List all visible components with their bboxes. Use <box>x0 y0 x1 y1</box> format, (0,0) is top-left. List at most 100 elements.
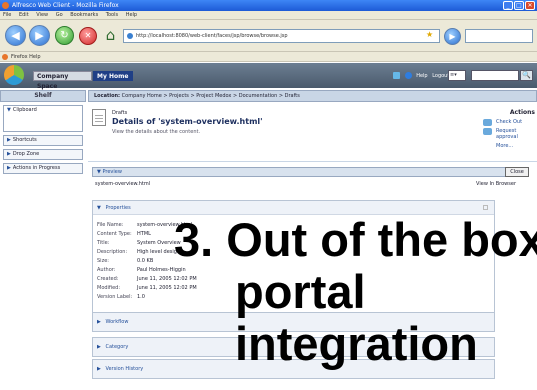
close-window-button[interactable]: ✕ <box>525 1 535 10</box>
my-home-button[interactable]: My Home <box>93 71 133 81</box>
window-titlebar: Alfresco Web Client - Mozilla Firefox _ … <box>0 0 537 11</box>
help-link[interactable]: Help <box>416 73 427 79</box>
shelf-item-actions-in-progress[interactable]: ▶ Actions in Progress <box>3 163 83 174</box>
overlay-line-2: portal <box>235 265 366 318</box>
breadcrumb-path[interactable]: Company Home > Projects > Project Medox … <box>122 93 300 99</box>
menu-file[interactable]: File <box>3 12 11 18</box>
preview-filename[interactable]: system-overview.html <box>95 181 150 187</box>
url-input[interactable]: http://localhost:8080/web-client/faces/j… <box>123 29 440 43</box>
preview-label: Preview <box>102 169 122 175</box>
menu-tools[interactable]: Tools <box>106 12 118 18</box>
breadcrumb-label: Location: <box>94 93 121 99</box>
space-name: Drafts <box>112 110 128 116</box>
menu-help[interactable]: Help <box>126 12 137 18</box>
alfresco-search-input[interactable] <box>471 70 519 81</box>
go-button[interactable]: ▶ <box>444 28 461 45</box>
document-icon <box>92 109 106 126</box>
property-label: Modified: <box>97 285 121 291</box>
version-history-label: Version History <box>105 366 144 372</box>
property-label: Version Label: <box>97 294 133 300</box>
close-button[interactable]: Close <box>505 167 529 177</box>
page-subtitle: View the details about the content. <box>112 129 201 135</box>
collapse-arrow-icon: ▶ <box>97 319 101 325</box>
shelf-item-clipboard[interactable]: ▼ Clipboard <box>3 105 83 132</box>
bookmark-firefox-help[interactable]: Firefox Help <box>11 54 41 60</box>
shelf-item-label: Shortcuts <box>12 137 37 143</box>
back-button[interactable]: ◀ <box>5 25 26 46</box>
actions-panel: Actions Check Out Request approval More.… <box>483 109 535 149</box>
home-icon[interactable]: ⌂ <box>102 27 119 44</box>
shelf-item-shortcuts[interactable]: ▶ Shortcuts <box>3 135 83 146</box>
properties-label: Properties <box>105 205 131 211</box>
check-out-action[interactable]: Check Out <box>483 119 535 126</box>
firefox-icon <box>2 2 9 9</box>
property-value: 0.0 KB <box>137 258 154 264</box>
header-links: Help Logout <box>393 71 452 81</box>
expand-arrow-icon: ▼ <box>97 205 101 211</box>
bookmark-star-icon[interactable]: ★ <box>426 30 433 39</box>
view-in-browser-link[interactable]: View In Browser <box>476 178 516 190</box>
url-text: http://localhost:8080/web-client/faces/j… <box>136 33 288 39</box>
collapse-arrow-icon: ▶ <box>7 165 11 171</box>
request-approval-action[interactable]: Request approval <box>483 128 535 140</box>
overlay-line-3: integration <box>235 317 478 370</box>
navigation-toolbar: ◀ ▶ ↻ ✕ ⌂ http://localhost:8080/web-clie… <box>0 20 537 52</box>
preview-panel-header[interactable]: ▼ Preview <box>92 167 520 177</box>
property-value: 1.0 <box>137 294 145 300</box>
menu-edit[interactable]: Edit <box>19 12 29 18</box>
actions-title: Actions <box>509 109 535 116</box>
alfresco-logo-icon[interactable] <box>4 65 24 85</box>
user-console-icon[interactable] <box>393 72 400 79</box>
collapse-arrow-icon: ▶ <box>7 137 11 143</box>
property-value: HTML <box>137 231 151 237</box>
category-label: Category <box>105 344 129 350</box>
workflow-label: Workflow <box>105 319 129 325</box>
window-title: Alfresco Web Client - Mozilla Firefox <box>12 2 119 9</box>
forward-button[interactable]: ▶ <box>29 25 50 46</box>
check-out-icon <box>483 119 492 126</box>
property-label: File Name: <box>97 222 124 228</box>
approval-icon <box>483 128 492 135</box>
page-title: Details of 'system-overview.html' <box>112 117 263 126</box>
edit-properties-icon[interactable] <box>483 205 488 210</box>
collapse-arrow-icon: ▶ <box>97 366 101 372</box>
reload-button[interactable]: ↻ <box>55 26 74 45</box>
alfresco-header: Company Space My Home Help Logout ≡▾ 🔍 <box>0 63 537 90</box>
property-label: Size: <box>97 258 109 264</box>
shelf-item-label: Drop Zone <box>12 151 40 157</box>
action-label: Request approval <box>496 128 518 140</box>
collapse-arrow-icon: ▶ <box>7 151 11 157</box>
preview-row: system-overview.html View In Browser <box>92 178 520 190</box>
search-options-select[interactable]: ≡▾ <box>448 70 466 81</box>
property-label: Author: <box>97 267 116 273</box>
stop-button[interactable]: ✕ <box>79 27 97 45</box>
menu-view[interactable]: View <box>36 12 48 18</box>
collapse-arrow-icon: ▶ <box>97 344 101 350</box>
logout-link[interactable]: Logout <box>432 73 449 79</box>
help-icon[interactable] <box>404 72 412 79</box>
shelf-item-drop-zone[interactable]: ▶ Drop Zone <box>3 149 83 160</box>
firefox-help-icon <box>2 54 8 60</box>
expand-arrow-icon: ▼ <box>97 169 101 175</box>
menu-bar: File Edit View Go Bookmarks Tools Help <box>0 11 537 20</box>
slide-overlay-text: 3. Out of the box portal integration <box>174 214 537 370</box>
shelf-item-label: Actions in Progress <box>12 165 61 171</box>
menu-go[interactable]: Go <box>56 12 63 18</box>
shelf-title: Shelf <box>0 90 86 102</box>
shelf-item-label: Clipboard <box>12 107 37 113</box>
action-label: More... <box>496 143 514 149</box>
window-controls: _ □ ✕ <box>503 1 535 10</box>
browser-search-input[interactable] <box>465 29 533 43</box>
company-space-button[interactable]: Company Space <box>33 71 92 90</box>
details-header: Drafts Details of 'system-overview.html'… <box>88 104 537 162</box>
more-actions-link[interactable]: More... <box>483 143 535 149</box>
menu-bookmarks[interactable]: Bookmarks <box>70 12 98 18</box>
property-label: Content Type: <box>97 231 132 237</box>
minimize-button[interactable]: _ <box>503 1 513 10</box>
action-label: Check Out <box>496 119 523 125</box>
search-icon[interactable]: 🔍 <box>520 70 533 81</box>
overlay-line-1: 3. Out of the box <box>174 213 537 266</box>
breadcrumb: Location: Company Home > Projects > Proj… <box>88 90 537 102</box>
shelf: Shelf ▼ Clipboard ▶ Shortcuts ▶ Drop Zone ▶… <box>0 90 86 390</box>
maximize-button[interactable]: □ <box>514 1 524 10</box>
